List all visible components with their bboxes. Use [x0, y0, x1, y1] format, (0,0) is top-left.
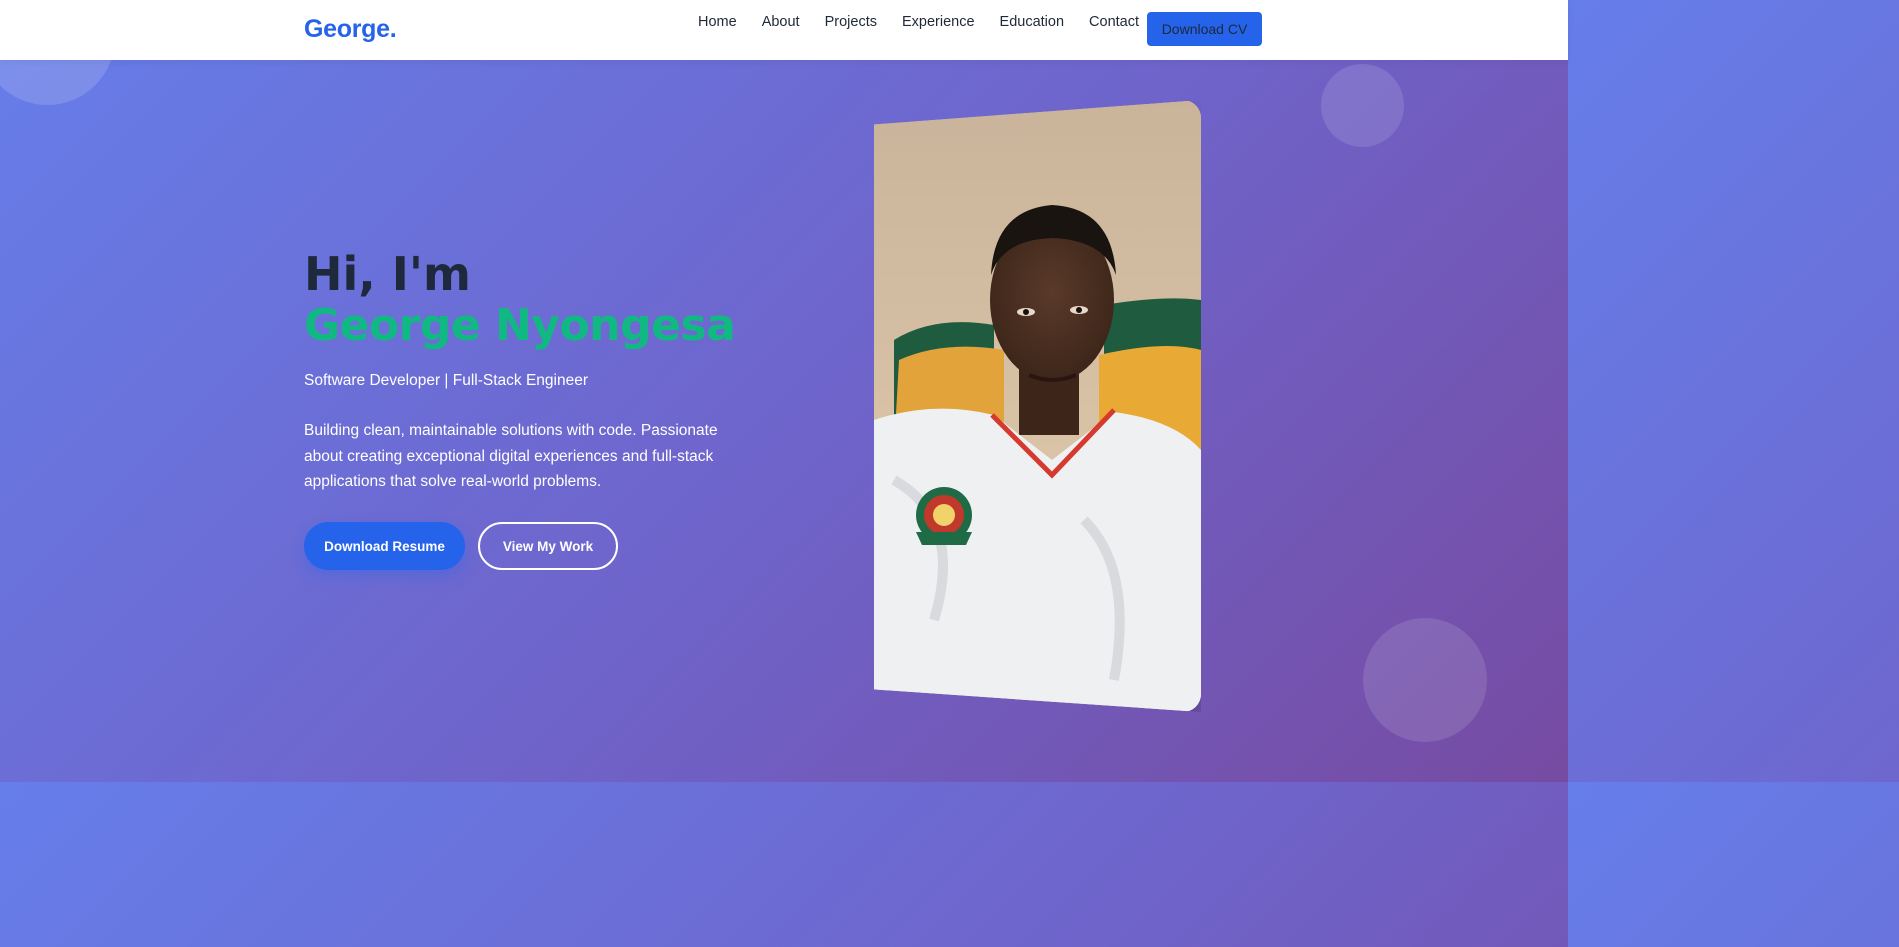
profile-photo-illustration — [874, 100, 1201, 712]
hero-buttons: Download Resume View My Work — [304, 522, 618, 570]
profile-photo — [874, 100, 1201, 712]
hero-role: Software Developer | Full-Stack Engineer — [304, 372, 589, 389]
decorative-circle — [1363, 618, 1487, 742]
logo[interactable]: George. — [304, 15, 397, 44]
download-resume-button[interactable]: Download Resume — [304, 522, 465, 570]
hero-text: Hi, I'm George Nyongesa Software Develop… — [304, 250, 764, 495]
nav-link-about[interactable]: About — [762, 14, 800, 30]
download-cv-button[interactable]: Download CV — [1147, 12, 1262, 46]
decorative-circle — [1321, 64, 1404, 147]
nav-link-contact[interactable]: Contact — [1089, 14, 1139, 30]
nav-links: Home About Projects Experience Education… — [698, 14, 1164, 30]
view-my-work-button[interactable]: View My Work — [478, 522, 618, 570]
hero-name: George Nyongesa — [304, 300, 736, 351]
navbar: George. Home About Projects Experience E… — [0, 0, 1568, 60]
hero-greeting: Hi, I'm — [304, 247, 471, 301]
nav-link-projects[interactable]: Projects — [825, 14, 877, 30]
hero-description: Building clean, maintainable solutions w… — [304, 422, 718, 490]
nav-link-experience[interactable]: Experience — [902, 14, 975, 30]
nav-link-education[interactable]: Education — [1000, 14, 1065, 30]
nav-link-home[interactable]: Home — [698, 14, 737, 30]
